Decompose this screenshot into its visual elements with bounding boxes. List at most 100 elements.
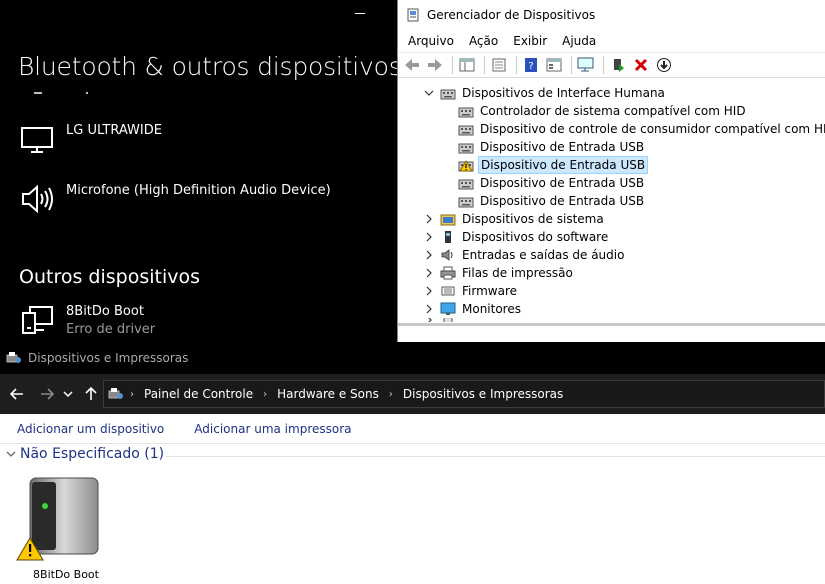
chevron-right-icon[interactable] <box>424 286 434 296</box>
scan-hardware-icon[interactable] <box>576 55 596 75</box>
breadcrumb-dispositivos[interactable]: Dispositivos e Impressoras <box>403 387 563 401</box>
device-tile-8bitdo[interactable]: 8BitDo Boot <box>16 474 106 584</box>
device-tree: Dispositivos de Interface Humana Control… <box>398 82 825 322</box>
settings-window: Bluetooth & outros dispositivos LG ULTRA… <box>0 0 398 342</box>
tree-category-monitores[interactable]: Monitores <box>424 300 523 318</box>
view-icon[interactable] <box>544 55 564 75</box>
tree-label: Dispositivos do software <box>462 230 609 244</box>
breadcrumb-hardware[interactable]: Hardware e Sons <box>277 387 379 401</box>
tree-item-hid-3-selected[interactable]: Dispositivo de Entrada USB <box>458 156 649 174</box>
chevron-right-icon[interactable] <box>424 232 434 242</box>
tree-label: Dispositivo de controle de consumidor co… <box>480 122 825 136</box>
divider <box>34 92 42 94</box>
folder-system-icon <box>440 214 456 226</box>
hid-device-icon <box>440 89 456 100</box>
tree-category-audio[interactable]: Entradas e saídas de áudio <box>424 246 626 264</box>
command-bar: Adicionar um dispositivo Adicionar uma i… <box>0 414 825 444</box>
breadcrumb-separator-icon[interactable]: › <box>263 389 267 400</box>
tree-category-software[interactable]: Dispositivos do software <box>424 228 610 246</box>
breadcrumb-separator-icon[interactable]: › <box>389 389 393 400</box>
chevron-right-icon[interactable] <box>424 268 434 278</box>
uninstall-device-icon[interactable] <box>631 55 651 75</box>
back-arrow-icon[interactable] <box>5 382 29 406</box>
device-item-8bitdo[interactable]: 8BitDo Boot Erro de driver <box>20 303 155 339</box>
group-header[interactable]: Não Especificado (1) <box>6 446 164 462</box>
device-name: Microfone (High Definition Audio Device) <box>66 183 331 198</box>
divider <box>484 56 485 74</box>
generic-device-warning-icon <box>16 477 99 561</box>
tree-category-hid[interactable]: Dispositivos de Interface Humana <box>424 84 667 102</box>
forward-arrow-icon[interactable] <box>35 382 59 406</box>
add-device-button[interactable]: Adicionar um dispositivo <box>17 422 164 436</box>
menu-ajuda[interactable]: Ajuda <box>562 34 596 48</box>
forward-arrow-icon[interactable] <box>425 55 445 75</box>
divider <box>571 56 572 74</box>
hid-device-icon <box>458 179 474 190</box>
properties-icon[interactable] <box>489 55 509 75</box>
chevron-down-icon[interactable] <box>61 382 75 406</box>
window-title: Dispositivos e Impressoras <box>28 351 189 365</box>
menu-acao[interactable]: Ação <box>469 34 498 48</box>
disable-device-icon[interactable] <box>654 55 674 75</box>
menu-arquivo[interactable]: Arquivo <box>408 34 454 48</box>
device-status: Erro de driver <box>66 322 156 337</box>
device-item-lg-ultrawide[interactable]: LG ULTRAWIDE <box>20 122 162 156</box>
tree-item-hid-1[interactable]: Dispositivo de controle de consumidor co… <box>458 120 825 138</box>
tree-category-cutoff <box>424 318 460 322</box>
tree-label: Entradas e saídas de áudio <box>462 248 625 262</box>
devices-printers-icon <box>6 352 21 363</box>
tree-category-firmware[interactable]: Firmware <box>424 282 519 300</box>
tree-label: Dispositivo de Entrada USB <box>480 140 645 154</box>
page-title: Bluetooth & outros dispositivos <box>18 52 398 81</box>
device-manager-window: Gerenciador de Dispositivos Arquivo Ação… <box>397 0 825 350</box>
tree-item-hid-0[interactable]: Controlador de sistema compatível com HI… <box>458 102 748 120</box>
tree-label: Filas de impressão <box>462 266 573 280</box>
divider <box>603 56 604 74</box>
device-manager-app-icon <box>407 8 419 22</box>
monitor-icon <box>21 127 53 153</box>
tree-category-impressao[interactable]: Filas de impressão <box>424 264 575 282</box>
title-bar: Gerenciador de Dispositivos <box>398 0 825 30</box>
audio-io-icon <box>441 249 453 261</box>
add-printer-button[interactable]: Adicionar uma impressora <box>194 422 351 436</box>
chevron-right-icon[interactable] <box>424 304 434 314</box>
minimize-icon[interactable] <box>355 13 365 14</box>
horizontal-scrollbar[interactable] <box>398 323 825 326</box>
address-bar-row: › Painel de Controle › Hardware e Sons ›… <box>0 374 825 414</box>
address-bar[interactable]: › Painel de Controle › Hardware e Sons ›… <box>103 380 825 408</box>
tree-item-hid-4[interactable]: Dispositivo de Entrada USB <box>458 174 646 192</box>
chevron-down-icon[interactable] <box>6 450 16 458</box>
breadcrumb-painel[interactable]: Painel de Controle <box>144 387 253 401</box>
show-hide-console-tree-icon[interactable] <box>457 55 477 75</box>
hid-device-icon <box>458 143 474 154</box>
up-arrow-icon[interactable] <box>79 382 103 406</box>
tree-category-sistema[interactable]: Dispositivos de sistema <box>424 210 606 228</box>
divider <box>166 456 825 457</box>
chevron-right-icon[interactable] <box>424 214 434 224</box>
back-arrow-icon[interactable] <box>402 55 422 75</box>
mouse-icon <box>443 318 453 322</box>
software-device-icon <box>445 231 451 243</box>
chevron-down-icon[interactable] <box>424 88 434 98</box>
update-driver-icon[interactable] <box>608 55 628 75</box>
divider <box>452 56 453 74</box>
hid-device-icon <box>458 125 474 136</box>
menu-exibir[interactable]: Exibir <box>513 34 547 48</box>
devices-printers-icon <box>108 388 123 399</box>
printer-queue-icon <box>440 266 456 280</box>
tree-label: Controlador de sistema compatível com HI… <box>480 104 746 118</box>
tree-item-hid-5[interactable]: Dispositivo de Entrada USB <box>458 192 646 210</box>
firmware-icon <box>441 286 455 296</box>
help-icon[interactable]: ? <box>521 55 541 75</box>
divider <box>86 92 88 94</box>
device-item-microfone[interactable]: Microfone (High Definition Audio Device) <box>20 182 331 216</box>
svg-text:?: ? <box>528 61 533 72</box>
tree-label: Dispositivos de Interface Humana <box>462 86 665 100</box>
tree-item-hid-2[interactable]: Dispositivo de Entrada USB <box>458 138 646 156</box>
menu-bar: Arquivo Ação Exibir Ajuda <box>398 30 825 52</box>
section-heading: Outros dispositivos <box>19 266 201 288</box>
chevron-right-icon[interactable] <box>424 250 434 260</box>
hid-device-icon <box>458 107 474 118</box>
hid-device-warning-icon <box>458 160 474 172</box>
tree-label: Dispositivo de Entrada USB <box>480 194 645 208</box>
